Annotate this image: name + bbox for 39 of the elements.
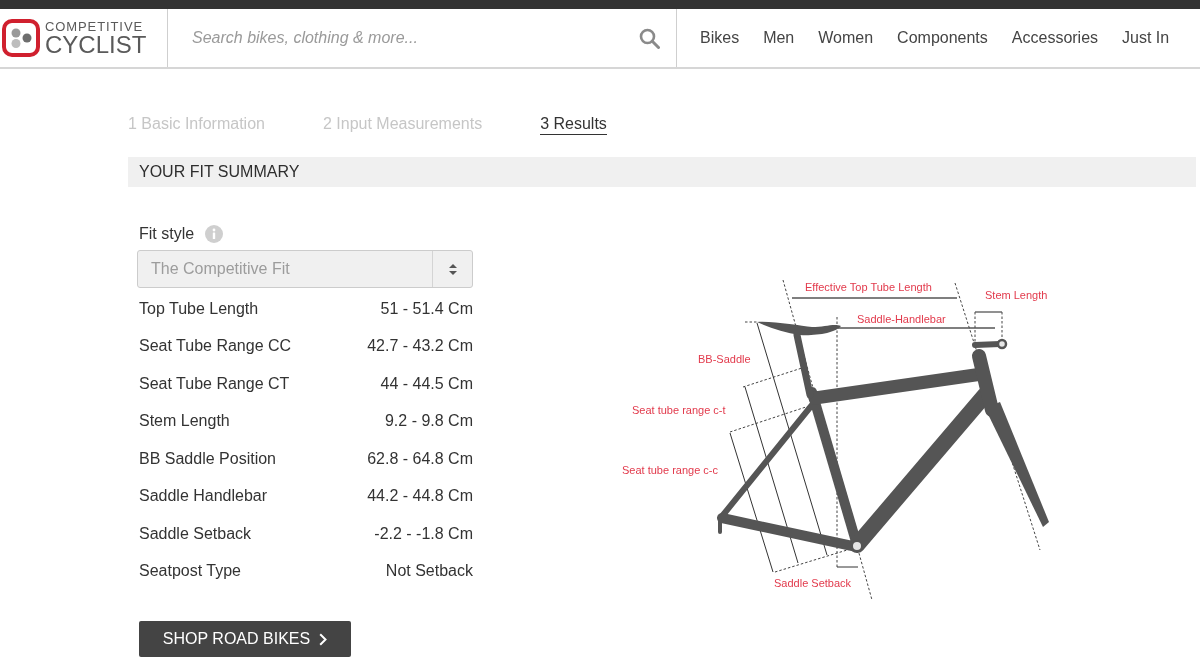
measurement-value: 44 - 44.5 Cm bbox=[380, 374, 473, 393]
diagram-label: Saddle-Handlebar bbox=[857, 313, 946, 325]
measurement-label: Seat Tube Range CC bbox=[139, 337, 292, 356]
measurement-label: Seat Tube Range CT bbox=[139, 374, 290, 393]
diagram-label: Effective Top Tube Length bbox=[805, 281, 932, 293]
diagram-label: BB-Saddle bbox=[698, 353, 751, 365]
measurement-label: Saddle Handlebar bbox=[139, 487, 268, 506]
chevron-right-icon bbox=[319, 632, 328, 646]
measurement-value: 51 - 51.4 Cm bbox=[380, 299, 473, 318]
measurement-label: Seatpost Type bbox=[139, 562, 241, 581]
field-label: Fit style bbox=[139, 225, 195, 243]
nav-link[interactable]: Men bbox=[763, 29, 795, 47]
up-down-caret-icon bbox=[448, 263, 457, 275]
shop-button[interactable]: SHOP ROAD BIKES bbox=[139, 621, 351, 657]
search-field[interactable]: Search bikes, clothing & more... bbox=[192, 26, 627, 50]
diagram-label: Stem Length bbox=[985, 289, 1048, 301]
nav-link[interactable]: Women bbox=[818, 29, 874, 47]
logo-link[interactable]: COMPETITIVE CYCLIST bbox=[0, 9, 167, 67]
measurement-value: 42.7 - 43.2 Cm bbox=[367, 337, 473, 356]
measurement-label: BB Saddle Position bbox=[139, 449, 276, 468]
step-tab[interactable]: 3 Results bbox=[540, 113, 607, 135]
measurement-label: Top Tube Length bbox=[139, 299, 259, 318]
section-title: YOUR FIT SUMMARY bbox=[139, 163, 300, 181]
measurement-label: Saddle Setback bbox=[139, 524, 252, 543]
measurement-value: Not Setback bbox=[385, 562, 473, 581]
measurement-value: -2.2 - -1.8 Cm bbox=[374, 524, 473, 543]
nav-link[interactable]: Components bbox=[897, 29, 988, 47]
logo-icon bbox=[2, 19, 40, 57]
nav-link[interactable]: Just In bbox=[1122, 29, 1170, 47]
diagram-label: Saddle Setback bbox=[774, 577, 852, 589]
measurement-value: 9.2 - 9.8 Cm bbox=[384, 412, 473, 431]
measurement-value: 44.2 - 44.8 Cm bbox=[367, 487, 473, 506]
nav-link[interactable]: Accessories bbox=[1011, 29, 1099, 47]
measurement-label: Stem Length bbox=[139, 412, 230, 431]
nav-link[interactable]: Bikes bbox=[700, 29, 740, 47]
diagram-label: Seat tube range c-c bbox=[622, 464, 718, 476]
measurement-value: 62.8 - 64.8 Cm bbox=[367, 449, 473, 468]
search-icon[interactable] bbox=[639, 27, 660, 49]
diagram-label: Seat tube range c-t bbox=[632, 404, 726, 416]
